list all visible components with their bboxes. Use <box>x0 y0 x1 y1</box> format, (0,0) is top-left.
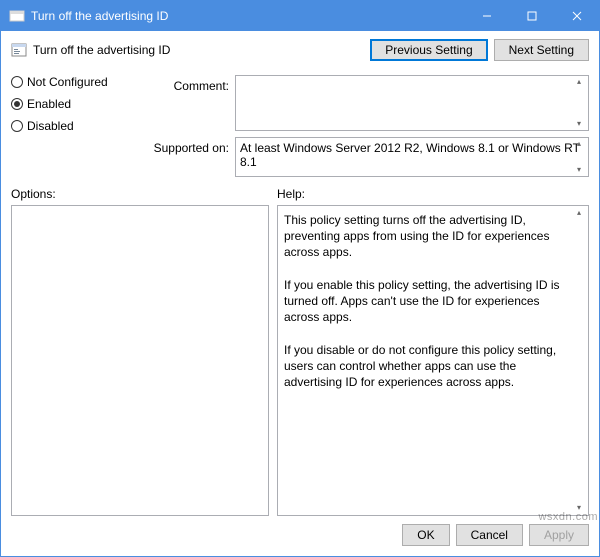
minimize-button[interactable] <box>464 1 509 31</box>
policy-title: Turn off the advertising ID <box>33 43 170 57</box>
dialog-buttons: OK Cancel Apply <box>11 524 589 546</box>
maximize-button[interactable] <box>509 1 554 31</box>
config-row: Not Configured Enabled Disabled Comment:… <box>11 75 589 177</box>
help-panel[interactable]: This policy setting turns off the advert… <box>277 205 589 516</box>
radio-icon <box>11 120 23 132</box>
policy-window: Turn off the advertising ID Turn off the… <box>0 0 600 557</box>
help-label: Help: <box>277 187 589 201</box>
radio-enabled[interactable]: Enabled <box>11 97 131 111</box>
supported-label: Supported on: <box>145 137 229 155</box>
radio-group: Not Configured Enabled Disabled <box>11 75 131 177</box>
titlebar: Turn off the advertising ID <box>1 1 599 31</box>
policy-icon <box>11 42 27 58</box>
scrollbar[interactable]: ▴▾ <box>571 139 587 175</box>
close-button[interactable] <box>554 1 599 31</box>
radio-label: Not Configured <box>27 75 108 89</box>
radio-disabled[interactable]: Disabled <box>11 119 131 133</box>
content-area: Turn off the advertising ID Previous Set… <box>1 31 599 556</box>
options-panel[interactable] <box>11 205 269 516</box>
scrollbar[interactable]: ▴▾ <box>571 208 587 513</box>
radio-icon <box>11 76 23 88</box>
comment-label: Comment: <box>145 75 229 93</box>
header-row: Turn off the advertising ID Previous Set… <box>11 39 589 61</box>
next-setting-button[interactable]: Next Setting <box>494 39 589 61</box>
supported-textbox: At least Windows Server 2012 R2, Windows… <box>235 137 589 177</box>
comment-textbox[interactable]: ▴▾ <box>235 75 589 131</box>
lower-panels: Options: Help: This policy setting turns… <box>11 187 589 516</box>
previous-setting-button[interactable]: Previous Setting <box>370 39 487 61</box>
supported-value: At least Windows Server 2012 R2, Windows… <box>240 141 580 169</box>
help-content: This policy setting turns off the advert… <box>284 213 563 389</box>
window-title: Turn off the advertising ID <box>31 9 168 23</box>
ok-button[interactable]: OK <box>402 524 449 546</box>
scrollbar[interactable]: ▴▾ <box>571 77 587 129</box>
app-icon <box>9 8 25 24</box>
apply-button: Apply <box>529 524 589 546</box>
cancel-button[interactable]: Cancel <box>456 524 523 546</box>
radio-not-configured[interactable]: Not Configured <box>11 75 131 89</box>
radio-icon <box>11 98 23 110</box>
radio-label: Disabled <box>27 119 74 133</box>
options-label: Options: <box>11 187 269 201</box>
radio-label: Enabled <box>27 97 71 111</box>
